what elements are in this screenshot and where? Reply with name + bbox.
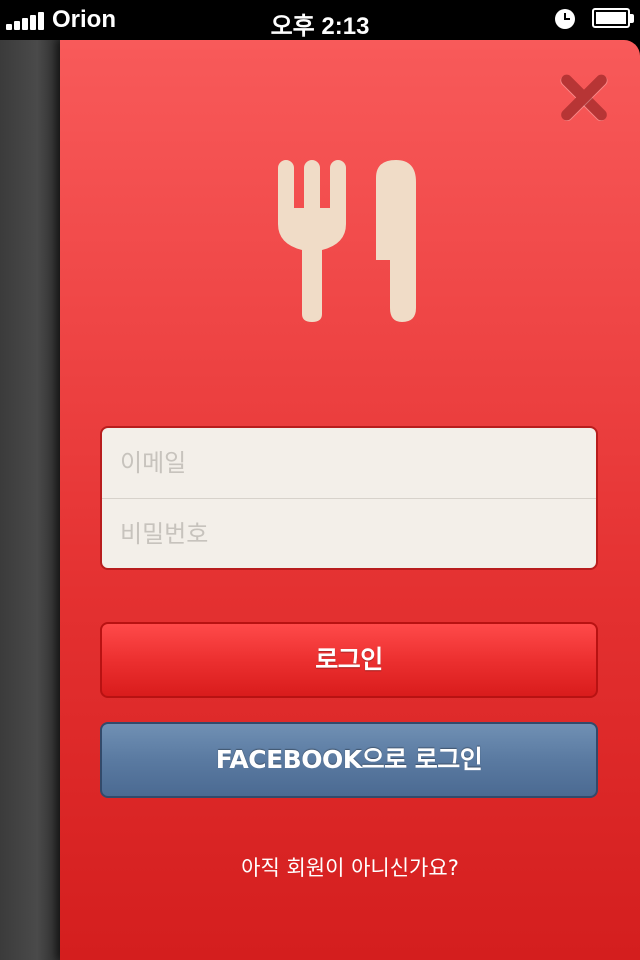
background-panel-edge	[0, 40, 62, 960]
password-field[interactable]	[102, 499, 596, 568]
battery-tip	[630, 14, 634, 23]
login-panel: 로그인 FACEBOOK으로 로그인 아직 회원이 아니신가요?	[60, 40, 640, 960]
login-button[interactable]: 로그인	[100, 622, 598, 698]
fork-knife-icon	[278, 160, 416, 322]
status-time: 오후 2:13	[270, 13, 370, 40]
login-form	[100, 426, 598, 570]
email-field[interactable]	[102, 428, 596, 498]
battery-icon	[592, 8, 630, 28]
signup-link[interactable]: 아직 회원이 아니신가요?	[60, 852, 640, 882]
clock-icon	[555, 9, 575, 29]
close-button[interactable]	[556, 68, 612, 124]
status-bar: Orion 오후 2:13	[0, 0, 640, 40]
facebook-login-button[interactable]: FACEBOOK으로 로그인	[100, 722, 598, 798]
